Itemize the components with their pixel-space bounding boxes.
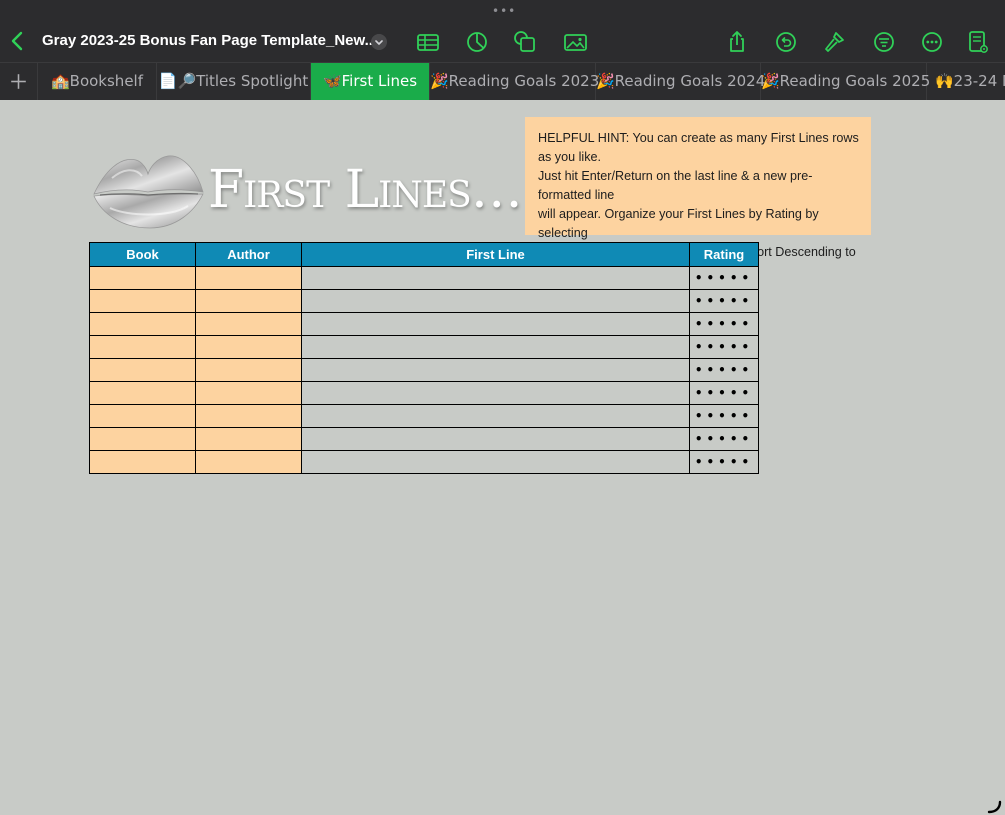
more-icon[interactable] [920,30,944,54]
tab-first-lines[interactable]: 🦋First Lines [311,63,430,100]
book-cell[interactable] [89,381,196,405]
rating-cell[interactable]: ••••• [689,289,759,313]
tab-reading-goals-2023[interactable]: 🎉Reading Goals 2023 [430,63,599,100]
rating-cell[interactable]: ••••• [689,266,759,290]
chart-icon[interactable] [465,30,489,54]
first-line-cell[interactable] [301,266,690,290]
table-row: ••••• [89,381,759,405]
author-cell[interactable] [195,381,302,405]
first-line-cell[interactable] [301,358,690,382]
document-title[interactable]: Gray 2023-25 Bonus Fan Page Template_New… [42,32,377,49]
book-cell[interactable] [89,335,196,359]
organize-icon[interactable] [872,30,896,54]
first-line-cell[interactable] [301,381,690,405]
rating-cell[interactable]: ••••• [689,335,759,359]
hint-line: Just hit Enter/Return on the last line &… [538,169,813,202]
author-cell[interactable] [195,358,302,382]
author-cell[interactable] [195,427,302,451]
header-first-line[interactable]: First Line [301,242,690,267]
undo-icon[interactable] [774,30,798,54]
table-row: ••••• [89,427,759,451]
back-chevron-icon[interactable] [8,30,26,52]
rating-cell[interactable]: ••••• [689,427,759,451]
rating-cell[interactable]: ••••• [689,358,759,382]
first-line-cell[interactable] [301,450,690,474]
table-row: ••••• [89,404,759,428]
rating-cell[interactable]: ••••• [689,381,759,405]
author-cell[interactable] [195,312,302,336]
sheet-tab-bar: 🏫Bookshelf 📄🔎Titles Spotlight 🦋First Lin… [0,62,1005,100]
tab-bookshelf[interactable]: 🏫Bookshelf [38,63,157,100]
book-cell[interactable] [89,427,196,451]
toolbar: ••• Gray 2023-25 Bonus Fan Page Template… [0,0,1005,62]
resize-corner-icon[interactable] [986,800,1002,814]
table-row: ••••• [89,312,759,336]
tab-reading-goals-2024[interactable]: 🎉Reading Goals 2024 [596,63,765,100]
author-cell[interactable] [195,335,302,359]
table-row: ••••• [89,335,759,359]
page-heading[interactable]: First Lines… [208,160,523,220]
first-line-cell[interactable] [301,427,690,451]
add-sheet-plus-icon[interactable] [0,63,38,100]
hint-line: HELPFUL HINT: You can create as many Fir… [538,131,859,164]
hint-line: will appear. Organize your First Lines b… [538,207,819,240]
rating-cell[interactable]: ••••• [689,450,759,474]
author-cell[interactable] [195,404,302,428]
shapes-icon[interactable] [513,30,537,54]
header-rating[interactable]: Rating [689,242,759,267]
first-line-cell[interactable] [301,312,690,336]
first-line-cell[interactable] [301,289,690,313]
table-icon[interactable] [416,30,440,54]
table-row: ••••• [89,266,759,290]
table-header-row: Book Author First Line Rating [89,242,759,267]
media-icon[interactable] [563,30,589,54]
document-view-icon[interactable] [966,30,990,54]
book-cell[interactable] [89,404,196,428]
window-grabber[interactable]: ••• [492,5,516,17]
header-author[interactable]: Author [195,242,302,267]
tab-reading-goals-2025[interactable]: 🎉Reading Goals 2025 [761,63,930,100]
book-cell[interactable] [89,266,196,290]
table-row: ••••• [89,450,759,474]
book-cell[interactable] [89,450,196,474]
rating-cell[interactable]: ••••• [689,404,759,428]
first-line-cell[interactable] [301,335,690,359]
first-line-cell[interactable] [301,404,690,428]
author-cell[interactable] [195,450,302,474]
title-chevron-down-icon[interactable] [371,34,387,50]
first-lines-table[interactable]: Book Author First Line Rating ••••• •••••… [89,242,759,474]
book-cell[interactable] [89,289,196,313]
book-cell[interactable] [89,312,196,336]
author-cell[interactable] [195,266,302,290]
share-icon[interactable] [725,30,749,54]
header-book[interactable]: Book [89,242,196,267]
tab-titles-spotlight[interactable]: 📄🔎Titles Spotlight [157,63,311,100]
table-row: ••••• [89,358,759,382]
table-body: ••••• ••••• ••••• ••••• ••••• ••••• ••••• •••••… [89,266,759,474]
rating-cell[interactable]: ••••• [689,312,759,336]
book-cell[interactable] [89,358,196,382]
tab-23-24[interactable]: 🙌23-24 M [927,63,1005,100]
author-cell[interactable] [195,289,302,313]
format-brush-icon[interactable] [822,30,846,54]
helpful-hint-box[interactable]: HELPFUL HINT: You can create as many Fir… [525,117,871,297]
silver-lips-image[interactable] [90,150,205,232]
table-row: ••••• [89,289,759,313]
